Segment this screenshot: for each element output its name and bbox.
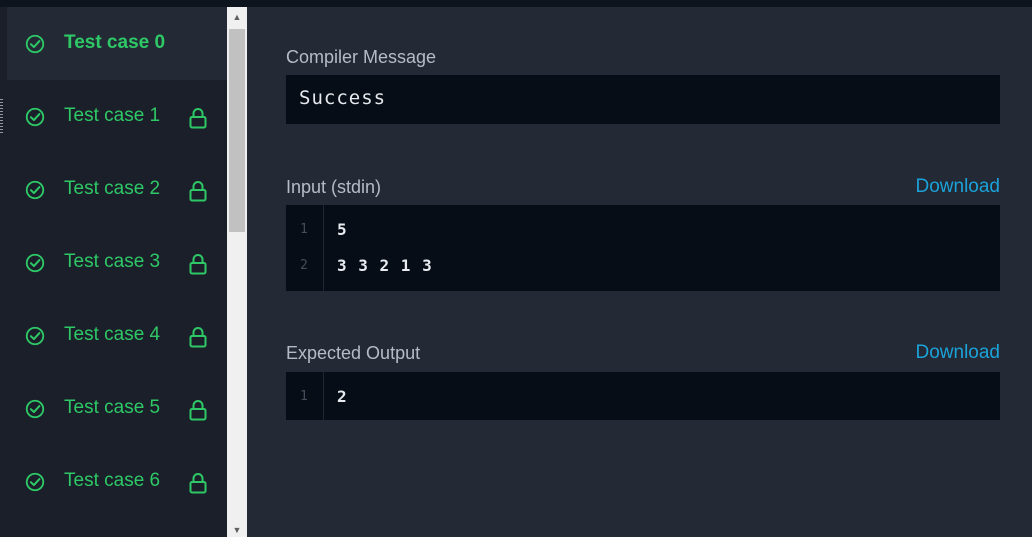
scroll-thumb[interactable]: [229, 29, 245, 232]
code-line: 5: [337, 220, 347, 239]
compiler-message-box: Success: [286, 75, 1000, 124]
check-circle-icon: [25, 253, 45, 273]
line-number: 1: [300, 222, 308, 237]
test-case-item-5[interactable]: Test case 5: [7, 372, 227, 445]
input-code-box: 1 5 2 3 3 2 1 3: [286, 205, 1000, 291]
test-case-sidebar: Test case 0 Test case 1 Test case 2 Test…: [7, 7, 227, 537]
top-bar: [0, 0, 1032, 7]
test-case-label: Test case 5: [64, 397, 161, 418]
test-case-item-4[interactable]: Test case 4: [7, 299, 227, 372]
compiler-message-label: Compiler Message: [286, 47, 437, 67]
test-case-item-3[interactable]: Test case 3: [7, 226, 227, 299]
expected-output-download-link[interactable]: Download: [916, 341, 1001, 365]
check-circle-icon: [25, 34, 45, 54]
scroll-down-arrow-icon[interactable]: ▼: [227, 523, 247, 537]
expected-output-code-box: 1 2: [286, 372, 1000, 420]
resize-grip-icon[interactable]: [0, 99, 3, 133]
check-circle-icon: [25, 326, 45, 346]
code-line: 2: [337, 387, 347, 406]
compiler-message-text: Success: [299, 87, 387, 109]
check-circle-icon: [25, 180, 45, 200]
scroll-up-arrow-icon[interactable]: ▲: [227, 7, 247, 27]
lock-icon: [189, 473, 207, 494]
test-case-label: Test case 4: [64, 324, 161, 345]
test-case-label: Test case 2: [64, 178, 161, 199]
check-circle-icon: [25, 107, 45, 127]
line-number: 1: [300, 389, 308, 404]
test-case-label: Test case 6: [64, 470, 161, 491]
expected-output-label: Expected Output: [286, 343, 421, 363]
test-case-label: Test case 0: [64, 32, 166, 53]
lock-icon: [189, 254, 207, 275]
test-case-detail-panel: Compiler Message Success Input (stdin) D…: [247, 7, 1032, 537]
line-number-gutter: [286, 205, 324, 291]
lock-icon: [189, 181, 207, 202]
lock-icon: [189, 327, 207, 348]
sidebar-scrollbar[interactable]: ▲ ▼: [227, 7, 247, 537]
lock-icon: [189, 108, 207, 129]
test-case-label: Test case 3: [64, 251, 161, 272]
test-case-item-2[interactable]: Test case 2: [7, 153, 227, 226]
test-case-item-0[interactable]: Test case 0: [7, 7, 227, 80]
input-label: Input (stdin): [286, 177, 382, 197]
code-line: 3 3 2 1 3: [337, 256, 432, 275]
check-circle-icon: [25, 399, 45, 419]
test-case-item-6[interactable]: Test case 6: [7, 445, 227, 518]
line-number: 2: [300, 258, 308, 273]
panel-resize-edge[interactable]: [0, 7, 7, 537]
input-download-link[interactable]: Download: [916, 175, 1001, 199]
test-case-label: Test case 1: [64, 105, 161, 126]
lock-icon: [189, 400, 207, 421]
test-case-item-1[interactable]: Test case 1: [7, 80, 227, 153]
check-circle-icon: [25, 472, 45, 492]
